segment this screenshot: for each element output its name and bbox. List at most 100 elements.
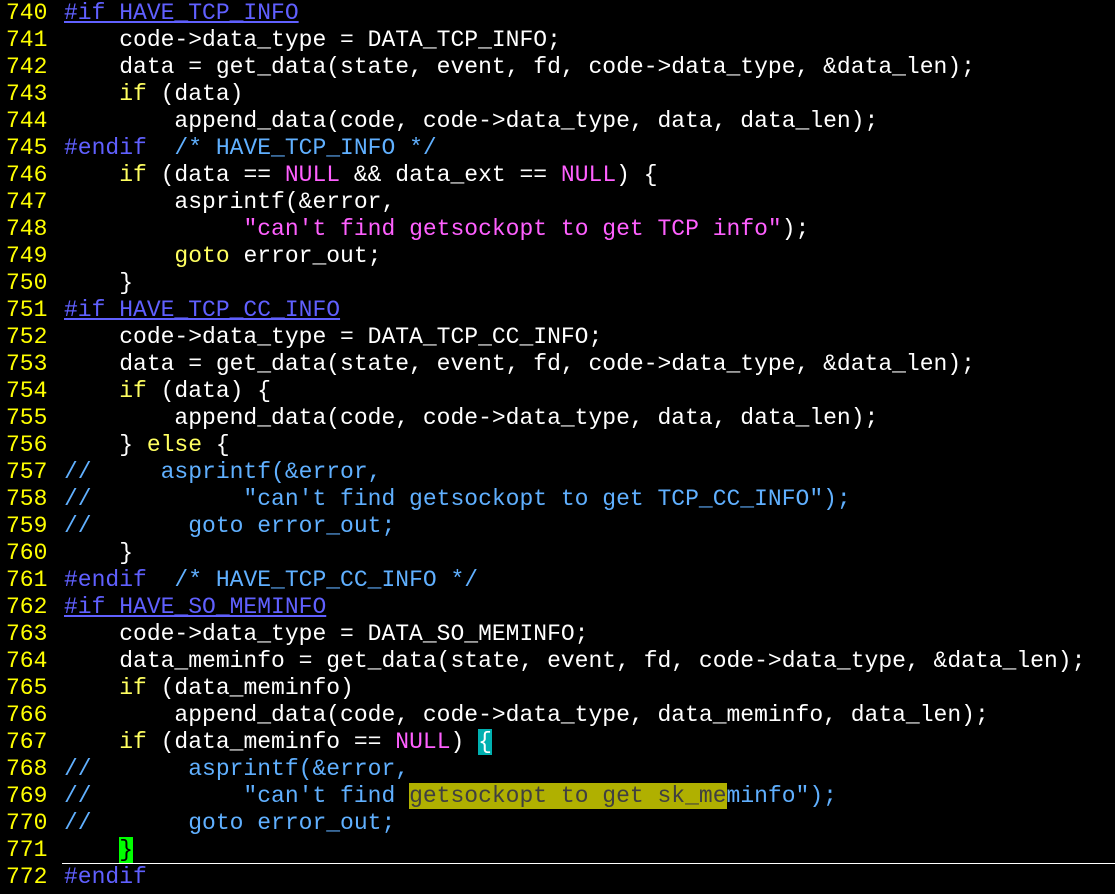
- code-line[interactable]: 763 code->data_type = DATA_SO_MEMINFO;: [0, 621, 1115, 648]
- line-number: 772: [6, 864, 48, 890]
- code-line[interactable]: 749 goto error_out;: [0, 243, 1115, 270]
- code-text: asprintf(&error,: [56, 189, 395, 216]
- code-text: goto error_out;: [56, 243, 381, 270]
- code-line[interactable]: 771 }: [0, 837, 1115, 864]
- code-token: /* HAVE_TCP_INFO */: [146, 135, 437, 161]
- code-token: }: [64, 270, 134, 296]
- code-line[interactable]: 740 #if HAVE_TCP_INFO: [0, 0, 1115, 27]
- code-text: // asprintf(&error,: [56, 756, 409, 783]
- text-cursor: }: [119, 837, 134, 863]
- code-text: #if HAVE_TCP_CC_INFO: [56, 297, 340, 324]
- line-number: 742: [6, 54, 48, 80]
- code-line[interactable]: 768 // asprintf(&error,: [0, 756, 1115, 783]
- code-text: code->data_type = DATA_SO_MEMINFO;: [56, 621, 589, 648]
- line-number: 755: [6, 405, 48, 431]
- code-line[interactable]: 770 // goto error_out;: [0, 810, 1115, 837]
- code-text: append_data(code, code->data_type, data_…: [56, 702, 989, 729]
- code-token: if: [119, 729, 147, 755]
- code-token: #endif: [64, 135, 147, 161]
- code-line[interactable]: 761 #endif /* HAVE_TCP_CC_INFO */: [0, 567, 1115, 594]
- line-number: 744: [6, 108, 48, 134]
- code-editor[interactable]: 740 #if HAVE_TCP_INFO 741 code->data_type …: [0, 0, 1115, 894]
- line-number: 757: [6, 459, 48, 485]
- line-number: 767: [6, 729, 48, 755]
- code-line[interactable]: 748 "can't find getsockopt to get TCP in…: [0, 216, 1115, 243]
- line-number: 750: [6, 270, 48, 296]
- code-line[interactable]: 762 #if HAVE_SO_MEMINFO: [0, 594, 1115, 621]
- code-line[interactable]: 760 }: [0, 540, 1115, 567]
- code-line[interactable]: 767 if (data_meminfo == NULL) {: [0, 729, 1115, 756]
- code-text: // goto error_out;: [56, 810, 395, 837]
- code-line[interactable]: 758 // "can't find getsockopt to get TCP_…: [0, 486, 1115, 513]
- code-token: #endif: [64, 567, 147, 593]
- code-token: ): [450, 729, 479, 755]
- code-text: if (data_meminfo == NULL) {: [56, 729, 492, 756]
- code-token: // goto error_out;: [64, 513, 396, 539]
- line-number: 749: [6, 243, 48, 269]
- line-number: 765: [6, 675, 48, 701]
- code-line[interactable]: 744 append_data(code, code->data_type, d…: [0, 108, 1115, 135]
- code-text: // asprintf(&error,: [56, 459, 381, 486]
- code-text: if (data_meminfo): [56, 675, 354, 702]
- code-text: }: [56, 540, 133, 567]
- code-line[interactable]: 753 data = get_data(state, event, fd, co…: [0, 351, 1115, 378]
- code-token: #if HAVE_TCP_INFO: [64, 0, 299, 26]
- code-line[interactable]: 745 #endif /* HAVE_TCP_INFO */: [0, 135, 1115, 162]
- code-line[interactable]: 742 data = get_data(state, event, fd, co…: [0, 54, 1115, 81]
- code-token: data = get_data(state, event, fd, code->…: [64, 351, 975, 377]
- code-token: // asprintf(&error,: [64, 459, 382, 485]
- code-line[interactable]: 769 // "can't find getsockopt to get sk_m…: [0, 783, 1115, 810]
- line-number: 760: [6, 540, 48, 566]
- line-number: 770: [6, 810, 48, 836]
- code-token: append_data(code, code->data_type, data,…: [64, 405, 879, 431]
- code-text: data = get_data(state, event, fd, code->…: [56, 351, 975, 378]
- line-number: 766: [6, 702, 48, 728]
- code-line[interactable]: 750 }: [0, 270, 1115, 297]
- line-number: 746: [6, 162, 48, 188]
- line-number: 740: [6, 0, 48, 26]
- code-token: // asprintf(&error,: [64, 756, 410, 782]
- code-line[interactable]: 747 asprintf(&error,: [0, 189, 1115, 216]
- code-text: if (data): [56, 81, 243, 108]
- code-token: (data ==: [146, 162, 285, 188]
- code-token: if: [119, 81, 147, 107]
- code-text: append_data(code, code->data_type, data,…: [56, 108, 878, 135]
- code-line[interactable]: 752 code->data_type = DATA_TCP_CC_INFO;: [0, 324, 1115, 351]
- code-line[interactable]: 755 append_data(code, code->data_type, d…: [0, 405, 1115, 432]
- code-text: #endif /* HAVE_TCP_CC_INFO */: [56, 567, 478, 594]
- code-line[interactable]: 751 #if HAVE_TCP_CC_INFO: [0, 297, 1115, 324]
- code-token: #endif: [64, 864, 147, 890]
- code-line[interactable]: 743 if (data): [0, 81, 1115, 108]
- line-number: 745: [6, 135, 48, 161]
- code-token: }: [64, 432, 147, 458]
- code-line[interactable]: 757 // asprintf(&error,: [0, 459, 1115, 486]
- code-line[interactable]: 756 } else {: [0, 432, 1115, 459]
- code-line[interactable]: 746 if (data == NULL && data_ext == NULL…: [0, 162, 1115, 189]
- code-line[interactable]: 772 #endif: [0, 864, 1115, 891]
- code-line[interactable]: 764 data_meminfo = get_data(state, event…: [0, 648, 1115, 675]
- code-token: goto: [174, 243, 230, 269]
- code-line[interactable]: 759 // goto error_out;: [0, 513, 1115, 540]
- line-number: 764: [6, 648, 48, 674]
- code-line[interactable]: 766 append_data(code, code->data_type, d…: [0, 702, 1115, 729]
- code-line[interactable]: 741 code->data_type = DATA_TCP_INFO;: [0, 27, 1115, 54]
- code-text: }: [56, 837, 134, 864]
- code-token: append_data(code, code->data_type, data_…: [64, 702, 989, 728]
- code-line[interactable]: 765 if (data_meminfo): [0, 675, 1115, 702]
- code-token: code->data_type = DATA_SO_MEMINFO;: [64, 621, 589, 647]
- code-text: // "can't find getsockopt to get sk_memi…: [56, 783, 837, 810]
- code-token: // "can't find: [64, 783, 410, 809]
- line-number: 752: [6, 324, 48, 350]
- search-match: getsockopt to get sk_me: [409, 783, 727, 809]
- code-text: } else {: [56, 432, 229, 459]
- code-line[interactable]: 754 if (data) {: [0, 378, 1115, 405]
- line-number: 743: [6, 81, 48, 107]
- code-text: #if HAVE_TCP_INFO: [56, 0, 299, 27]
- line-number: 769: [6, 783, 48, 809]
- code-token: NULL: [560, 162, 617, 188]
- code-text: #endif /* HAVE_TCP_INFO */: [56, 135, 437, 162]
